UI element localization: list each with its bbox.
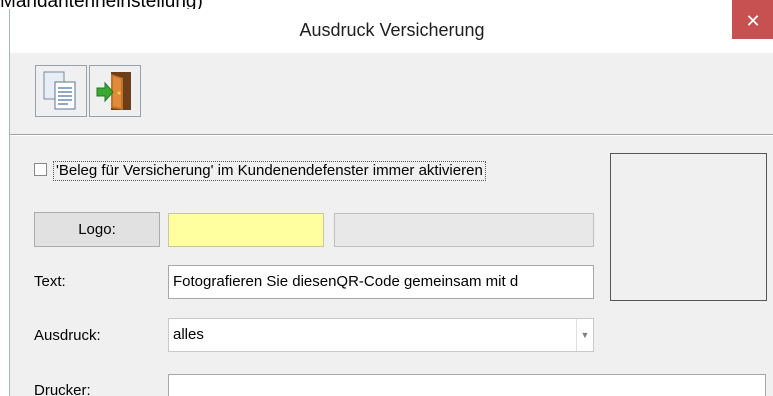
- drucker-input[interactable]: [168, 374, 766, 396]
- text-input[interactable]: Fotografieren Sie diesenQR-Code gemeinsa…: [168, 265, 594, 299]
- chevron-down-icon[interactable]: ▼: [576, 319, 593, 351]
- text-label: Text:: [34, 273, 66, 290]
- copy-document-button[interactable]: [35, 65, 87, 117]
- exit-button[interactable]: [89, 65, 141, 117]
- ausdruck-label: Ausdruck:: [34, 327, 101, 344]
- ausdruck-select[interactable]: alles ▼: [168, 318, 594, 352]
- ausdruck-selected-value: alles: [173, 326, 204, 343]
- close-button[interactable]: ✕: [732, 0, 773, 39]
- logo-field[interactable]: [168, 213, 324, 247]
- logo-preview: [610, 153, 767, 301]
- logo-button[interactable]: Logo:: [34, 212, 160, 247]
- always-activate-checkbox[interactable]: [34, 163, 47, 176]
- always-activate-row: 'Beleg für Versicherung' im Kundenendefe…: [34, 161, 606, 182]
- exit-door-icon: [96, 72, 131, 110]
- title-bar: Ausdruck Versicherung ✕: [10, 0, 773, 53]
- toolbar: [10, 53, 773, 135]
- form-panel: 'Beleg für Versicherung' im Kundenendefe…: [10, 136, 773, 396]
- ausdruck-versicherung-dialog: Ausdruck Versicherung ✕ 'Beleg für Versi…: [9, 0, 773, 396]
- documents-icon: [43, 71, 76, 110]
- logo-path-field: [334, 213, 594, 247]
- drucker-label: Drucker:: [34, 382, 91, 396]
- always-activate-label[interactable]: 'Beleg für Versicherung' im Kundenendefe…: [53, 161, 486, 181]
- window-title: Ausdruck Versicherung: [299, 20, 485, 40]
